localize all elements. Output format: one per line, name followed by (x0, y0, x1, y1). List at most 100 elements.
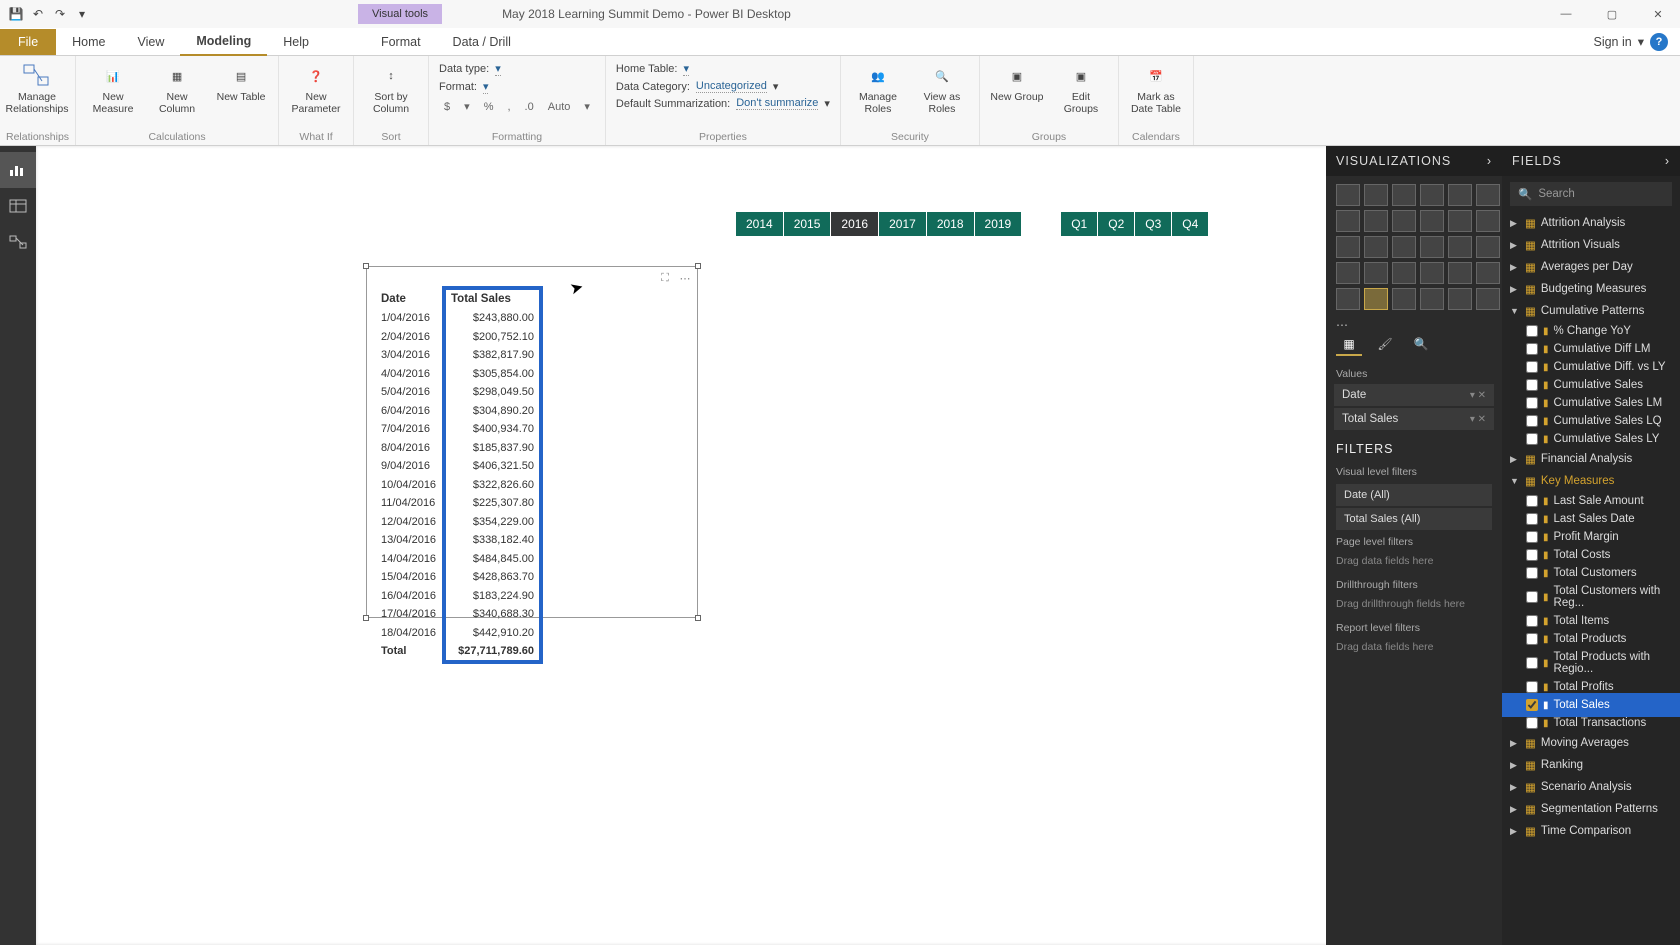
table-row[interactable]: ▶▦Averages per Day (1502, 256, 1680, 278)
quarter-slicer-item[interactable]: Q2 (1098, 212, 1134, 236)
viz-type-icon[interactable] (1476, 184, 1500, 206)
field-row[interactable]: ▮Cumulative Diff LM (1502, 340, 1680, 358)
minimize-button[interactable]: — (1544, 2, 1588, 26)
close-button[interactable]: ✕ (1636, 2, 1680, 26)
value-well-total-sales[interactable]: Total Sales▾ ✕ (1334, 408, 1494, 430)
field-row[interactable]: ▮Cumulative Diff. vs LY (1502, 358, 1680, 376)
new-group-button[interactable]: ▣New Group (986, 60, 1048, 106)
table-row[interactable]: ▶▦Moving Averages (1502, 732, 1680, 754)
viz-type-icon[interactable] (1420, 184, 1444, 206)
viz-type-icon[interactable] (1336, 288, 1360, 310)
value-well-date[interactable]: Date▾ ✕ (1334, 384, 1494, 406)
save-icon[interactable]: 💾 (8, 6, 24, 22)
viz-type-icon[interactable] (1364, 236, 1388, 258)
field-row[interactable]: ▮Last Sales Date (1502, 510, 1680, 528)
year-slicer-item[interactable]: 2016 (831, 212, 878, 236)
filter-date[interactable]: Date (All) (1336, 484, 1492, 506)
home-table-dropdown[interactable]: ▾ (683, 62, 689, 76)
format-tab[interactable]: 🖌 (1372, 334, 1398, 356)
viz-type-icon[interactable] (1476, 210, 1500, 232)
tab-file[interactable]: File (0, 29, 56, 55)
sort-by-column-button[interactable]: ↕Sort by Column (360, 60, 422, 117)
year-slicer-item[interactable]: 2014 (736, 212, 783, 236)
viz-type-icon[interactable] (1336, 236, 1360, 258)
resize-handle[interactable] (695, 615, 701, 621)
field-row[interactable]: ▮Cumulative Sales LQ (1502, 412, 1680, 430)
field-checkbox[interactable] (1526, 415, 1538, 427)
field-checkbox[interactable] (1526, 633, 1538, 645)
comma-icon[interactable]: , (502, 99, 515, 115)
new-table-button[interactable]: ▤New Table (210, 60, 272, 106)
new-column-button[interactable]: ▦New Column (146, 60, 208, 117)
auto-format[interactable]: Auto (543, 99, 576, 115)
field-row[interactable]: ▮Total Sales (1502, 696, 1680, 714)
redo-icon[interactable]: ↷ (52, 6, 68, 22)
decimal-icon[interactable]: .0 (520, 99, 539, 115)
tab-home[interactable]: Home (56, 29, 121, 55)
data-category-dropdown[interactable]: Uncategorized (696, 80, 767, 93)
field-checkbox[interactable] (1526, 397, 1538, 409)
viz-type-icon[interactable] (1364, 288, 1388, 310)
percent-icon[interactable]: % (479, 99, 499, 115)
tab-format[interactable]: Format (365, 29, 437, 55)
field-row[interactable]: ▮Total Customers (1502, 564, 1680, 582)
field-checkbox[interactable] (1526, 567, 1538, 579)
currency-icon[interactable]: $ (439, 99, 455, 115)
table-visual[interactable]: ⛶ ⋯ Date 1/04/20162/04/20163/04/20164/04… (366, 266, 698, 618)
viz-type-icon[interactable] (1392, 210, 1416, 232)
field-row[interactable]: ▮% Change YoY (1502, 322, 1680, 340)
column-date[interactable]: Date 1/04/20162/04/20163/04/20164/04/201… (375, 289, 445, 661)
table-row[interactable]: ▶▦Attrition Analysis (1502, 212, 1680, 234)
year-slicer-item[interactable]: 2018 (927, 212, 974, 236)
viz-type-icon[interactable] (1448, 262, 1472, 284)
field-row[interactable]: ▮Total Transactions (1502, 714, 1680, 732)
table-row[interactable]: ▶▦Scenario Analysis (1502, 776, 1680, 798)
more-visuals-icon[interactable]: ⋯ (1326, 318, 1502, 332)
table-row[interactable]: ▼▦Key Measures (1502, 470, 1680, 492)
field-checkbox[interactable] (1526, 433, 1538, 445)
undo-icon[interactable]: ↶ (30, 6, 46, 22)
viz-type-icon[interactable] (1420, 288, 1444, 310)
collapse-icon[interactable]: › (1487, 154, 1492, 168)
table-row[interactable]: ▼▦Cumulative Patterns (1502, 300, 1680, 322)
table-row[interactable]: ▶▦Attrition Visuals (1502, 234, 1680, 256)
view-as-roles-button[interactable]: 🔍View as Roles (911, 60, 973, 117)
field-row[interactable]: ▮Total Customers with Reg... (1502, 582, 1680, 612)
field-checkbox[interactable] (1526, 717, 1538, 729)
field-row[interactable]: ▮Cumulative Sales (1502, 376, 1680, 394)
more-options-icon[interactable]: ⋯ (677, 271, 693, 285)
viz-type-icon[interactable] (1476, 236, 1500, 258)
field-checkbox[interactable] (1526, 699, 1538, 711)
resize-handle[interactable] (363, 615, 369, 621)
table-row[interactable]: ▶▦Time Comparison (1502, 820, 1680, 842)
year-slicer-item[interactable]: 2019 (975, 212, 1022, 236)
sign-in[interactable]: Sign in ▾ ? (1593, 33, 1680, 51)
viz-type-icon[interactable] (1392, 288, 1416, 310)
filter-total-sales[interactable]: Total Sales (All) (1336, 508, 1492, 530)
viz-type-icon[interactable] (1392, 184, 1416, 206)
resize-handle[interactable] (695, 263, 701, 269)
data-type-dropdown[interactable]: ▾ (495, 62, 501, 76)
summarization-dropdown[interactable]: Don't summarize (736, 97, 818, 110)
resize-handle[interactable] (363, 263, 369, 269)
field-row[interactable]: ▮Last Sale Amount (1502, 492, 1680, 510)
viz-type-icon[interactable] (1392, 262, 1416, 284)
table-row[interactable]: ▶▦Budgeting Measures (1502, 278, 1680, 300)
column-total-sales[interactable]: Total Sales $243,880.00$200,752.10$382,8… (445, 289, 540, 661)
year-slicer-item[interactable]: 2017 (879, 212, 926, 236)
field-row[interactable]: ▮Total Profits (1502, 678, 1680, 696)
field-checkbox[interactable] (1526, 615, 1538, 627)
field-checkbox[interactable] (1526, 657, 1538, 669)
viz-type-icon[interactable] (1476, 262, 1500, 284)
collapse-icon[interactable]: › (1665, 154, 1670, 168)
model-view-button[interactable] (0, 224, 36, 260)
viz-type-icon[interactable] (1420, 262, 1444, 284)
field-row[interactable]: ▮Profit Margin (1502, 528, 1680, 546)
viz-type-icon[interactable] (1448, 236, 1472, 258)
tab-help[interactable]: Help (267, 29, 325, 55)
viz-type-icon[interactable] (1364, 262, 1388, 284)
viz-type-icon[interactable] (1448, 210, 1472, 232)
tab-view[interactable]: View (122, 29, 181, 55)
viz-type-icon[interactable] (1420, 236, 1444, 258)
viz-type-icon[interactable] (1476, 288, 1500, 310)
